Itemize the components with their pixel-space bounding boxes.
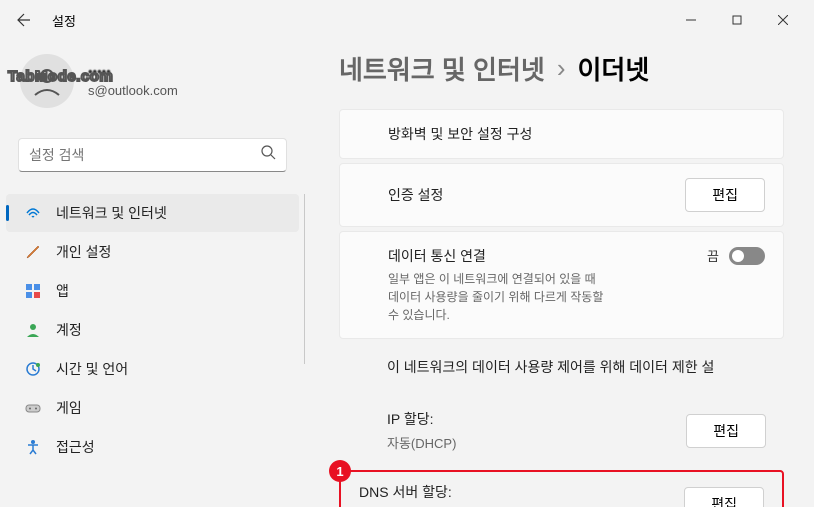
search-input[interactable] <box>29 147 261 163</box>
profile-email: s@outlook.com <box>88 81 178 101</box>
profile-name: ••••• <box>88 62 178 82</box>
profile-section[interactable]: ••••• s@outlook.com <box>0 50 305 128</box>
auth-title: 인증 설정 <box>388 185 443 205</box>
nav-label: 접근성 <box>56 437 95 457</box>
sidebar-item-gaming[interactable]: 게임 <box>6 389 299 427</box>
nav-label: 시간 및 언어 <box>56 359 128 379</box>
accessibility-icon <box>24 438 42 456</box>
profile-info: ••••• s@outlook.com <box>88 62 178 101</box>
nav-label: 개인 설정 <box>56 242 111 262</box>
chevron-right-icon: › <box>557 53 566 84</box>
window-title: 설정 <box>52 11 76 30</box>
breadcrumb: 네트워크 및 인터넷 › 이더넷 <box>339 50 784 87</box>
nav-label: 게임 <box>56 398 82 418</box>
maximize-button[interactable] <box>714 4 760 36</box>
sidebar: TabMode.com ••••• s@outlook.com 네트워크 및 인… <box>0 40 305 507</box>
toggle-state-label: 끔 <box>707 246 719 265</box>
metered-sub: 일부 앱은 이 네트워크에 연결되어 있을 때 데이터 사용량을 줄이기 위해 … <box>388 270 608 324</box>
breadcrumb-parent[interactable]: 네트워크 및 인터넷 <box>339 50 545 87</box>
nav: 네트워크 및 인터넷 개인 설정 앱 계정 시간 및 언어 게임 <box>0 194 305 466</box>
close-icon <box>778 15 788 25</box>
minimize-icon <box>686 15 696 25</box>
firewall-setting[interactable]: 방화벽 및 보안 설정 구성 <box>339 109 784 159</box>
sidebar-item-account[interactable]: 계정 <box>6 311 299 349</box>
account-icon <box>24 321 42 339</box>
data-limit-text[interactable]: 이 네트워크의 데이터 사용량 제어를 위해 데이터 제한 설 <box>339 343 784 391</box>
sidebar-item-time[interactable]: 시간 및 언어 <box>6 350 299 388</box>
minimize-button[interactable] <box>668 4 714 36</box>
ip-edit-button[interactable]: 편집 <box>686 414 766 448</box>
brush-icon <box>24 243 42 261</box>
nav-label: 앱 <box>56 281 69 301</box>
content-area: 네트워크 및 인터넷 › 이더넷 방화벽 및 보안 설정 구성 인증 설정 편집… <box>305 40 814 507</box>
metered-setting: 데이터 통신 연결 일부 앱은 이 네트워크에 연결되어 있을 때 데이터 사용… <box>339 231 784 339</box>
metered-toggle[interactable] <box>729 247 765 265</box>
dns-label: DNS 서버 할당: <box>359 482 452 502</box>
search-icon <box>261 145 276 165</box>
maximize-icon <box>732 15 742 25</box>
gaming-icon <box>24 399 42 417</box>
search-box[interactable] <box>18 138 287 172</box>
window-controls <box>668 4 806 36</box>
nav-label: 네트워크 및 인터넷 <box>56 203 167 223</box>
breadcrumb-current: 이더넷 <box>577 50 649 87</box>
network-icon <box>24 204 42 222</box>
sidebar-item-apps[interactable]: 앱 <box>6 272 299 310</box>
back-button[interactable] <box>8 4 40 36</box>
person-icon <box>29 63 65 99</box>
dns-edit-button[interactable]: 편집 <box>684 487 764 507</box>
apps-icon <box>24 282 42 300</box>
metered-title: 데이터 통신 연결 <box>388 246 608 266</box>
auth-setting: 인증 설정 편집 <box>339 163 784 227</box>
ip-assignment-row: IP 할당: 자동(DHCP) 편집 <box>339 391 784 454</box>
nav-label: 계정 <box>56 320 82 340</box>
titlebar: 설정 <box>0 0 814 40</box>
sidebar-item-network[interactable]: 네트워크 및 인터넷 <box>6 194 299 232</box>
scrollbar-indicator[interactable] <box>304 194 305 364</box>
firewall-title: 방화벽 및 보안 설정 구성 <box>388 124 765 144</box>
close-button[interactable] <box>760 4 806 36</box>
dns-highlight: 1 DNS 서버 할당: 자동(DHCP) 편집 <box>339 470 784 507</box>
auth-edit-button[interactable]: 편집 <box>685 178 765 212</box>
sidebar-item-accessibility[interactable]: 접근성 <box>6 428 299 466</box>
annotation-badge: 1 <box>329 460 351 482</box>
back-arrow-icon <box>16 12 32 28</box>
metered-toggle-group: 끔 <box>707 246 765 265</box>
ip-value: 자동(DHCP) <box>387 433 456 452</box>
clock-icon <box>24 360 42 378</box>
avatar <box>20 54 74 108</box>
ip-label: IP 할당: <box>387 409 456 429</box>
sidebar-item-personalize[interactable]: 개인 설정 <box>6 233 299 271</box>
